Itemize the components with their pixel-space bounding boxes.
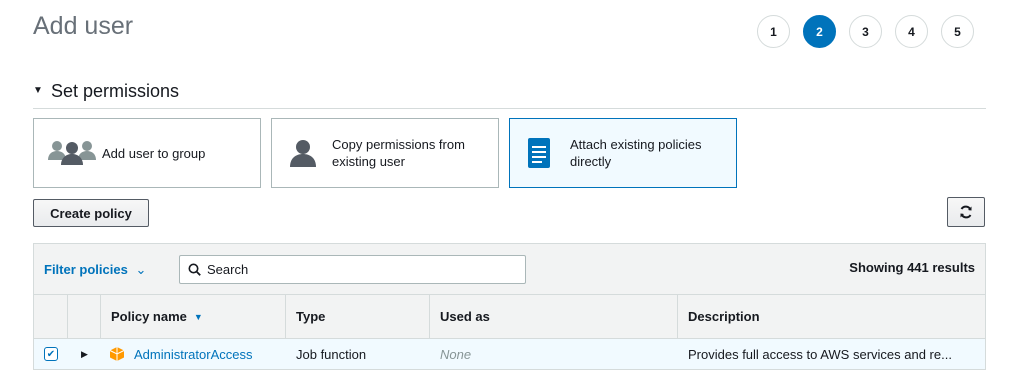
option-label-line-1: Attach existing policies [570,137,702,152]
policies-table: Filter policies ⌄ Search Showing 441 res… [33,243,986,370]
table-toolbar: Filter policies ⌄ Search Showing 441 res… [34,244,985,295]
sort-desc-icon: ▼ [193,311,203,322]
policy-used-as: None [440,346,472,362]
create-policy-button[interactable]: Create policy [33,199,149,227]
search-placeholder: Search [207,262,249,277]
section-title: Set permissions [51,81,180,101]
column-used-as[interactable]: Used as [430,295,678,338]
header-expand-cell [68,295,101,338]
policy-icon [109,347,125,361]
option-label: Add user to group [102,145,206,161]
option-label: Copy permissions from existing user [332,136,465,170]
option-add-user-to-group[interactable]: Add user to group [33,118,261,188]
table-header: Policy name ▼ Type Used as Description [34,295,985,339]
option-label-line-2: existing user [332,154,405,169]
refresh-icon [960,205,972,219]
row-checkbox[interactable]: ✔ [44,347,58,361]
user-icon [290,140,316,167]
option-attach-policies[interactable]: Attach existing policies directly [509,118,737,188]
chevron-down-icon: ⌄ [135,262,147,277]
step-indicator: 1 2 3 4 5 [757,15,974,48]
option-label: Attach existing policies directly [570,136,702,170]
policy-name-link[interactable]: AdministratorAccess [134,347,252,362]
header-select-cell [34,295,68,338]
caret-down-icon: ▼ [33,85,43,96]
step-5[interactable]: 5 [941,15,974,48]
search-input[interactable]: Search [179,255,526,284]
filter-label: Filter policies [44,262,128,277]
page-title: Add user [33,12,134,40]
column-type[interactable]: Type [286,295,430,338]
column-description[interactable]: Description [678,295,985,338]
option-label-line-1: Copy permissions from [332,137,465,152]
filter-policies-dropdown[interactable]: Filter policies ⌄ [44,262,146,278]
row-checkbox-cell: ✔ [34,339,68,369]
step-2[interactable]: 2 [803,15,836,48]
step-4[interactable]: 4 [895,15,928,48]
column-policy-name[interactable]: Policy name ▼ [101,295,286,338]
option-label-line-2: directly [570,154,612,169]
policy-name-cell: AdministratorAccess [101,339,286,369]
search-icon [188,263,201,276]
refresh-button[interactable] [947,197,985,227]
column-label: Policy name [111,309,187,324]
option-copy-permissions[interactable]: Copy permissions from existing user [271,118,499,188]
policy-description: Provides full access to AWS services and… [688,346,952,362]
policy-type: Job function [296,346,367,362]
step-3[interactable]: 3 [849,15,882,48]
table-row[interactable]: ✔ ▶ AdministratorAccess Job function Non… [34,339,985,369]
document-icon [528,138,550,168]
expand-row-icon[interactable]: ▶ [68,339,101,369]
set-permissions-section[interactable]: ▼ Set permissions [33,81,986,109]
step-1[interactable]: 1 [757,15,790,48]
group-icon [48,141,96,165]
results-count: Showing 441 results [849,260,975,275]
